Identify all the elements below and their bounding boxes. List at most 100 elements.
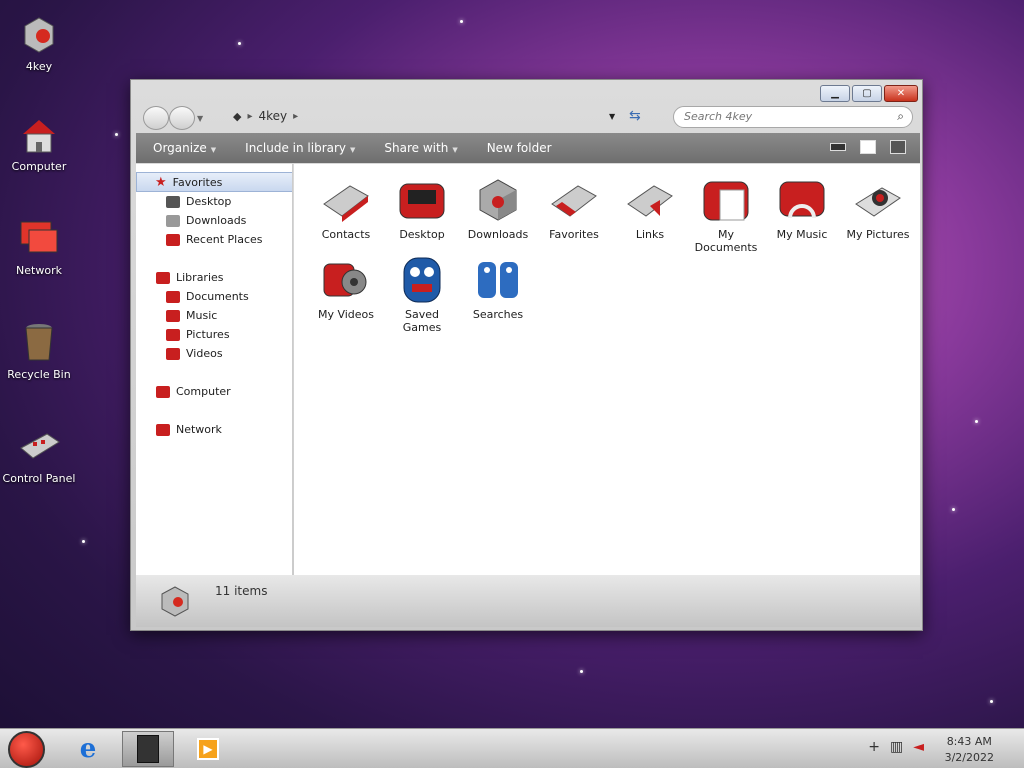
- dropdown-arrow-icon: ▼: [210, 146, 217, 154]
- search-icon[interactable]: ⌕: [897, 109, 904, 124]
- file-item[interactable]: My Music: [766, 176, 838, 241]
- taskbar: e ▶ + ▥ ◄ 8:43 AM 3/2/2022: [0, 728, 1024, 768]
- command-bar: Organize ▼ Include in library ▼ Share with…: [136, 133, 920, 163]
- volume-muted-icon[interactable]: ◄: [913, 739, 924, 755]
- nav-label: Favorites: [172, 175, 223, 189]
- file-item[interactable]: Links: [614, 176, 686, 241]
- navigation-pane: ★ Favorites Desktop Downloads Recent Pla…: [136, 164, 293, 575]
- network-icon: [156, 423, 170, 436]
- downloads-icon: [166, 214, 180, 227]
- file-item[interactable]: My Pictures: [842, 176, 914, 241]
- searches-icon: [472, 256, 524, 304]
- desktop-icon-control-panel[interactable]: Control Panel: [0, 424, 78, 485]
- box-icon: [160, 585, 190, 617]
- close-button[interactable]: ✕: [884, 85, 918, 102]
- network-icon: [17, 216, 61, 260]
- file-item[interactable]: Searches: [462, 256, 534, 321]
- nav-desktop[interactable]: Desktop: [166, 195, 231, 208]
- nav-downloads[interactable]: Downloads: [166, 214, 246, 227]
- organize-menu[interactable]: Organize ▼: [136, 141, 228, 155]
- file-item[interactable]: Downloads: [462, 176, 534, 241]
- chevron-right-icon[interactable]: ▸: [293, 111, 298, 122]
- file-item[interactable]: Contacts: [310, 176, 382, 241]
- desktop-icon-label: Recycle Bin: [7, 368, 71, 381]
- desktop-icon-recycle-bin[interactable]: Recycle Bin: [0, 320, 78, 381]
- nav-music[interactable]: Music: [166, 309, 217, 322]
- file-item-label: Downloads: [467, 228, 529, 241]
- saved-games-icon: [396, 256, 448, 304]
- file-list: Contacts Desktop Downloads Favorites Lin…: [294, 164, 920, 575]
- start-button[interactable]: [8, 731, 45, 768]
- file-item[interactable]: Favorites: [538, 176, 610, 241]
- star: [580, 670, 583, 673]
- nav-label: Downloads: [186, 214, 247, 227]
- desktop-icon-4key[interactable]: 4key: [0, 12, 78, 73]
- maximize-button[interactable]: ▢: [852, 85, 882, 102]
- nav-pictures[interactable]: Pictures: [166, 328, 230, 341]
- clock[interactable]: 8:43 AM 3/2/2022: [945, 734, 994, 766]
- nav-label: Desktop: [186, 195, 232, 208]
- nav-libraries[interactable]: Libraries: [156, 271, 224, 284]
- desktop-folder-icon: [396, 176, 448, 224]
- taskbar-app-media-player[interactable]: ▶: [182, 731, 234, 767]
- breadcrumb-location[interactable]: 4key: [259, 109, 288, 123]
- explorer-icon: [137, 735, 159, 763]
- clock-date: 3/2/2022: [944, 751, 994, 764]
- box-icon: [17, 12, 61, 56]
- recycle-bin-icon: [17, 320, 61, 364]
- search-input[interactable]: Search 4key ⌕: [673, 106, 913, 128]
- file-item-label: My Documents: [694, 228, 758, 254]
- minimize-button[interactable]: ▁: [820, 85, 850, 102]
- window-controls: ▁ ▢ ✕: [820, 85, 918, 102]
- nav-videos[interactable]: Videos: [166, 347, 223, 360]
- help-icon[interactable]: [890, 140, 906, 154]
- star: [975, 420, 978, 423]
- nav-documents[interactable]: Documents: [166, 290, 249, 303]
- control-panel-icon: [17, 424, 61, 468]
- forward-button[interactable]: [169, 106, 195, 130]
- file-item-label: Favorites: [549, 228, 599, 241]
- videos-icon: [320, 256, 372, 304]
- clock-time: 8:43 AM: [946, 735, 992, 748]
- file-item[interactable]: Saved Games: [386, 256, 458, 334]
- refresh-icon[interactable]: ⇆: [629, 108, 641, 124]
- nav-favorites[interactable]: ★ Favorites: [136, 172, 292, 192]
- view-options-icon[interactable]: [830, 143, 846, 151]
- nav-network[interactable]: Network: [156, 423, 222, 436]
- preview-pane-icon[interactable]: [860, 140, 876, 154]
- system-tray: + ▥ ◄: [868, 739, 924, 755]
- file-item[interactable]: Desktop: [386, 176, 458, 241]
- nav-computer[interactable]: Computer: [156, 385, 231, 398]
- network-status-icon[interactable]: ▥: [890, 739, 903, 755]
- nav-label: Network: [176, 423, 222, 436]
- star: [238, 42, 241, 45]
- show-hidden-icons-icon[interactable]: +: [868, 739, 880, 755]
- new-folder-button[interactable]: New folder: [470, 141, 564, 155]
- desktop-icon-network[interactable]: Network: [0, 216, 78, 277]
- star-icon: ★: [155, 174, 167, 190]
- file-item[interactable]: My Videos: [310, 256, 382, 321]
- file-item-label: My Videos: [317, 308, 375, 321]
- address-bar[interactable]: ◆ ▸ 4key ▸: [233, 109, 298, 123]
- share-with-menu[interactable]: Share with ▼: [367, 141, 469, 155]
- libraries-icon: [156, 271, 170, 284]
- include-in-library-menu[interactable]: Include in library ▼: [228, 141, 367, 155]
- star: [115, 133, 118, 136]
- file-item[interactable]: My Documents: [690, 176, 762, 254]
- location-box-icon: ◆: [233, 109, 242, 123]
- taskbar-app-internet-explorer[interactable]: e: [62, 731, 114, 767]
- back-button[interactable]: [143, 106, 169, 130]
- desktop-icon-computer[interactable]: Computer: [0, 112, 78, 173]
- taskbar-app-explorer[interactable]: [122, 731, 174, 767]
- explorer-window: ▁ ▢ ✕ ▼ ◆ ▸ 4key ▸ ▼ ⇆ Search 4key ⌕ Org…: [130, 79, 923, 631]
- documents-icon: [700, 176, 752, 224]
- chevron-right-icon[interactable]: ▸: [247, 111, 252, 122]
- desktop-icon-label: Computer: [11, 160, 67, 173]
- address-dropdown[interactable]: ▼: [609, 112, 615, 121]
- recent-pages-dropdown[interactable]: ▼: [197, 114, 203, 123]
- star: [460, 20, 463, 23]
- nav-recent-places[interactable]: Recent Places: [166, 233, 263, 246]
- file-item-label: Saved Games: [402, 308, 442, 334]
- include-in-library-label: Include in library: [245, 141, 347, 155]
- organize-label: Organize: [153, 141, 207, 155]
